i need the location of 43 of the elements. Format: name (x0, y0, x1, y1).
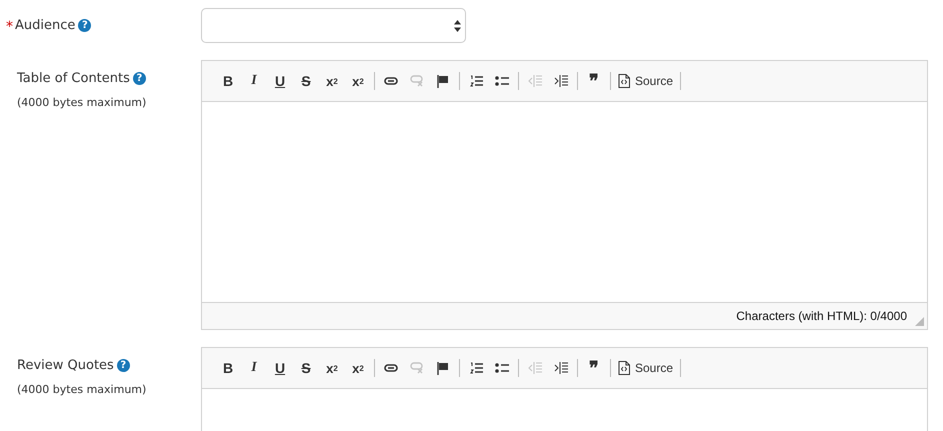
document-icon (618, 74, 630, 88)
bulleted-list-icon (495, 75, 509, 87)
strike-button[interactable]: S (293, 357, 319, 379)
help-icon[interactable]: ? (132, 72, 146, 84)
field-label: Review Quotes (17, 358, 114, 372)
outdent-icon (528, 75, 542, 87)
superscript-button[interactable]: x$^{2}$ (345, 357, 371, 379)
numbered-list-icon (470, 75, 482, 87)
flag-icon (437, 74, 449, 88)
broken-link-icon (410, 75, 424, 87)
field-note: (4000 bytes maximum) (17, 96, 148, 109)
resize-handle-icon[interactable] (915, 317, 924, 326)
field-note: (4000 bytes maximum) (17, 383, 148, 396)
indent-icon (554, 362, 568, 374)
field-label: Audience (15, 18, 76, 32)
indent-icon (554, 75, 568, 87)
broken-link-icon (410, 362, 424, 374)
field-label: Table of Contents (17, 70, 130, 86)
numbered-list-icon (470, 362, 482, 374)
italic-button[interactable]: I (241, 70, 267, 92)
source-button[interactable]: Source (614, 357, 678, 379)
bold-button[interactable]: B (215, 357, 241, 379)
underline-button[interactable]: U (267, 357, 293, 379)
help-icon[interactable]: ? (78, 18, 92, 32)
bold-button[interactable]: B (215, 70, 241, 92)
chain-link-icon (384, 363, 398, 373)
underline-button[interactable]: U (267, 70, 293, 92)
blockquote-button[interactable]: ❞ (581, 357, 607, 379)
help-icon[interactable]: ? (116, 358, 130, 372)
dropdown-arrows-icon (454, 20, 461, 32)
character-counter: Characters (with HTML): 0/4000 (736, 309, 907, 323)
source-button[interactable]: Source (614, 70, 678, 92)
chain-link-icon (384, 76, 398, 86)
outdent-icon (528, 362, 542, 374)
italic-button[interactable]: I (241, 357, 267, 379)
superscript-button[interactable]: x$^{2}$ (345, 70, 371, 92)
blockquote-button[interactable]: ❞ (581, 70, 607, 92)
flag-icon (437, 362, 449, 374)
document-icon (618, 361, 630, 375)
required-asterisk: * (6, 19, 13, 35)
strike-button[interactable]: S (293, 70, 319, 92)
select-field[interactable] (201, 8, 466, 43)
bulleted-list-icon (495, 362, 509, 374)
